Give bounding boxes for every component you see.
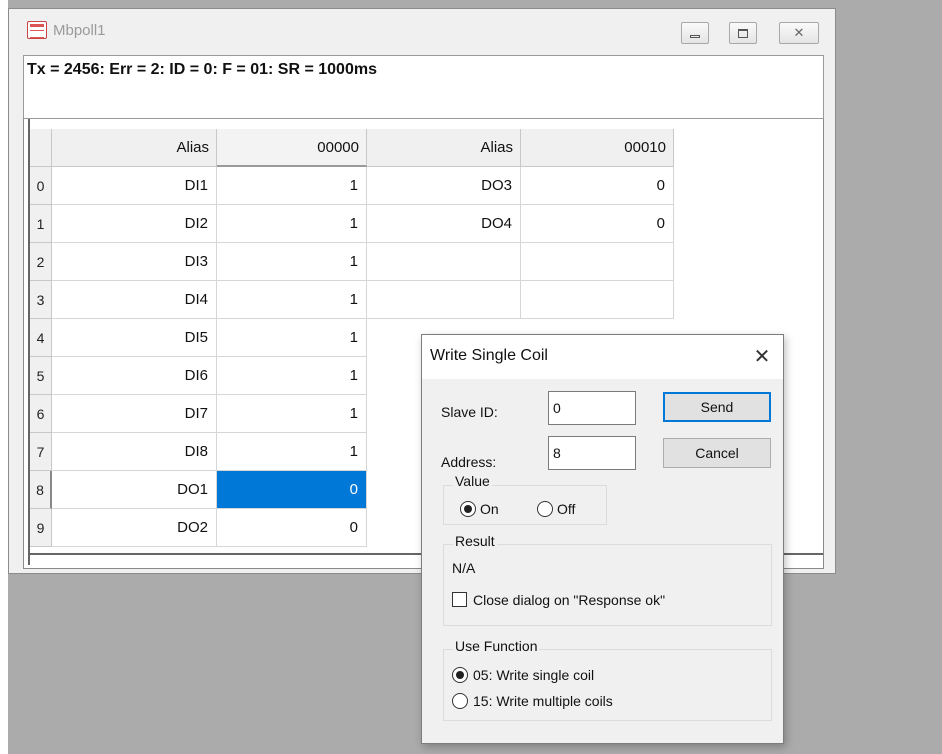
column-header-2[interactable]: Alias (367, 129, 521, 167)
grid-cell[interactable]: DO2 (52, 509, 217, 547)
grid-cell[interactable]: 1 (217, 167, 367, 205)
dialog-body: Slave ID: Address: Send Cancel Value On … (422, 379, 783, 743)
close-button[interactable]: ✕ (779, 22, 819, 44)
close-icon: ✕ (793, 25, 805, 40)
row-header[interactable]: 0 (30, 167, 52, 205)
grid-cell[interactable] (521, 281, 674, 319)
address-input[interactable] (548, 436, 636, 470)
slave-id-label: Slave ID: (441, 404, 498, 420)
minimize-icon (690, 34, 700, 38)
column-header-0[interactable]: Alias (52, 129, 217, 167)
function-15-radio[interactable] (452, 693, 468, 709)
row-header[interactable]: 7 (30, 433, 52, 471)
result-group-title: Result (453, 533, 497, 549)
app-icon[interactable] (27, 21, 47, 39)
grid-cell[interactable]: 1 (217, 395, 367, 433)
cancel-button[interactable]: Cancel (663, 438, 771, 468)
grid-cell[interactable]: 1 (217, 243, 367, 281)
row-header[interactable]: 1 (30, 205, 52, 243)
column-header-3[interactable]: 00010 (521, 129, 674, 167)
row-header[interactable]: 4 (30, 319, 52, 357)
grid-cell[interactable]: DI3 (52, 243, 217, 281)
grid-cell[interactable]: DO1 (52, 471, 217, 509)
grid-cell[interactable] (367, 281, 521, 319)
window-titlebar[interactable]: Mbpoll1 ✕ (9, 9, 835, 55)
grid-cell[interactable]: DI7 (52, 395, 217, 433)
maximize-icon (738, 28, 748, 38)
frame-left-edge (0, 0, 8, 754)
dialog-close-icon[interactable]: ✕ (748, 344, 776, 370)
maximize-button[interactable] (729, 22, 757, 44)
grid-cell[interactable]: DO3 (367, 167, 521, 205)
grid-cell[interactable]: 0 (521, 205, 674, 243)
grid-cell[interactable]: DI6 (52, 357, 217, 395)
row-header[interactable]: 3 (30, 281, 52, 319)
close-on-ok-checkbox[interactable] (452, 592, 467, 607)
grid-cell[interactable]: 1 (217, 319, 367, 357)
function-05-label[interactable]: 05: Write single coil (473, 667, 594, 683)
value-off-label[interactable]: Off (557, 501, 575, 517)
grid-cell[interactable]: 1 (217, 357, 367, 395)
value-group-title: Value (453, 473, 492, 489)
grid-cell[interactable]: DI5 (52, 319, 217, 357)
grid-cell[interactable]: DI1 (52, 167, 217, 205)
slave-id-input[interactable] (548, 391, 636, 425)
grid-cell[interactable]: 0 (521, 167, 674, 205)
function-05-radio[interactable] (452, 667, 468, 683)
status-line: Tx = 2456: Err = 2: ID = 0: F = 01: SR =… (27, 61, 377, 78)
status-line-area: Tx = 2456: Err = 2: ID = 0: F = 01: SR =… (23, 55, 824, 119)
grid-cell[interactable]: 1 (217, 433, 367, 471)
row-header[interactable]: 9 (30, 509, 52, 547)
grid-cell[interactable]: 0 (217, 509, 367, 547)
dialog-title: Write Single Coil (430, 347, 548, 364)
row-header[interactable]: 8 (30, 471, 52, 509)
dialog-titlebar[interactable]: Write Single Coil ✕ (422, 335, 783, 379)
window-title: Mbpoll1 (53, 22, 106, 39)
grid-cell[interactable]: DO4 (367, 205, 521, 243)
write-single-coil-dialog: Write Single Coil ✕ Slave ID: Address: S… (421, 334, 784, 744)
grid-cell[interactable]: DI4 (52, 281, 217, 319)
grid-cell[interactable] (521, 243, 674, 281)
result-groupbox (443, 544, 772, 626)
use-function-groupbox (443, 649, 772, 721)
column-header-1[interactable]: 00000 (217, 129, 367, 167)
grid-cell[interactable]: 1 (217, 205, 367, 243)
value-off-radio[interactable] (537, 501, 553, 517)
function-15-label[interactable]: 15: Write multiple coils (473, 693, 613, 709)
grid-cell[interactable]: 0 (217, 471, 367, 509)
grid-cell[interactable]: DI8 (52, 433, 217, 471)
grid-cell[interactable]: DI2 (52, 205, 217, 243)
row-header[interactable]: 6 (30, 395, 52, 433)
row-header[interactable]: 5 (30, 357, 52, 395)
grid-cell[interactable] (367, 243, 521, 281)
use-function-group-title: Use Function (453, 638, 540, 654)
grid-cell[interactable]: 1 (217, 281, 367, 319)
address-label: Address: (441, 454, 497, 470)
value-on-label[interactable]: On (480, 501, 499, 517)
result-text: N/A (452, 560, 476, 576)
send-button[interactable]: Send (663, 392, 771, 422)
value-on-radio[interactable] (460, 501, 476, 517)
minimize-button[interactable] (681, 22, 709, 44)
row-header[interactable]: 2 (30, 243, 52, 281)
grid-corner[interactable] (30, 129, 52, 167)
close-on-ok-label[interactable]: Close dialog on "Response ok" (473, 592, 665, 608)
